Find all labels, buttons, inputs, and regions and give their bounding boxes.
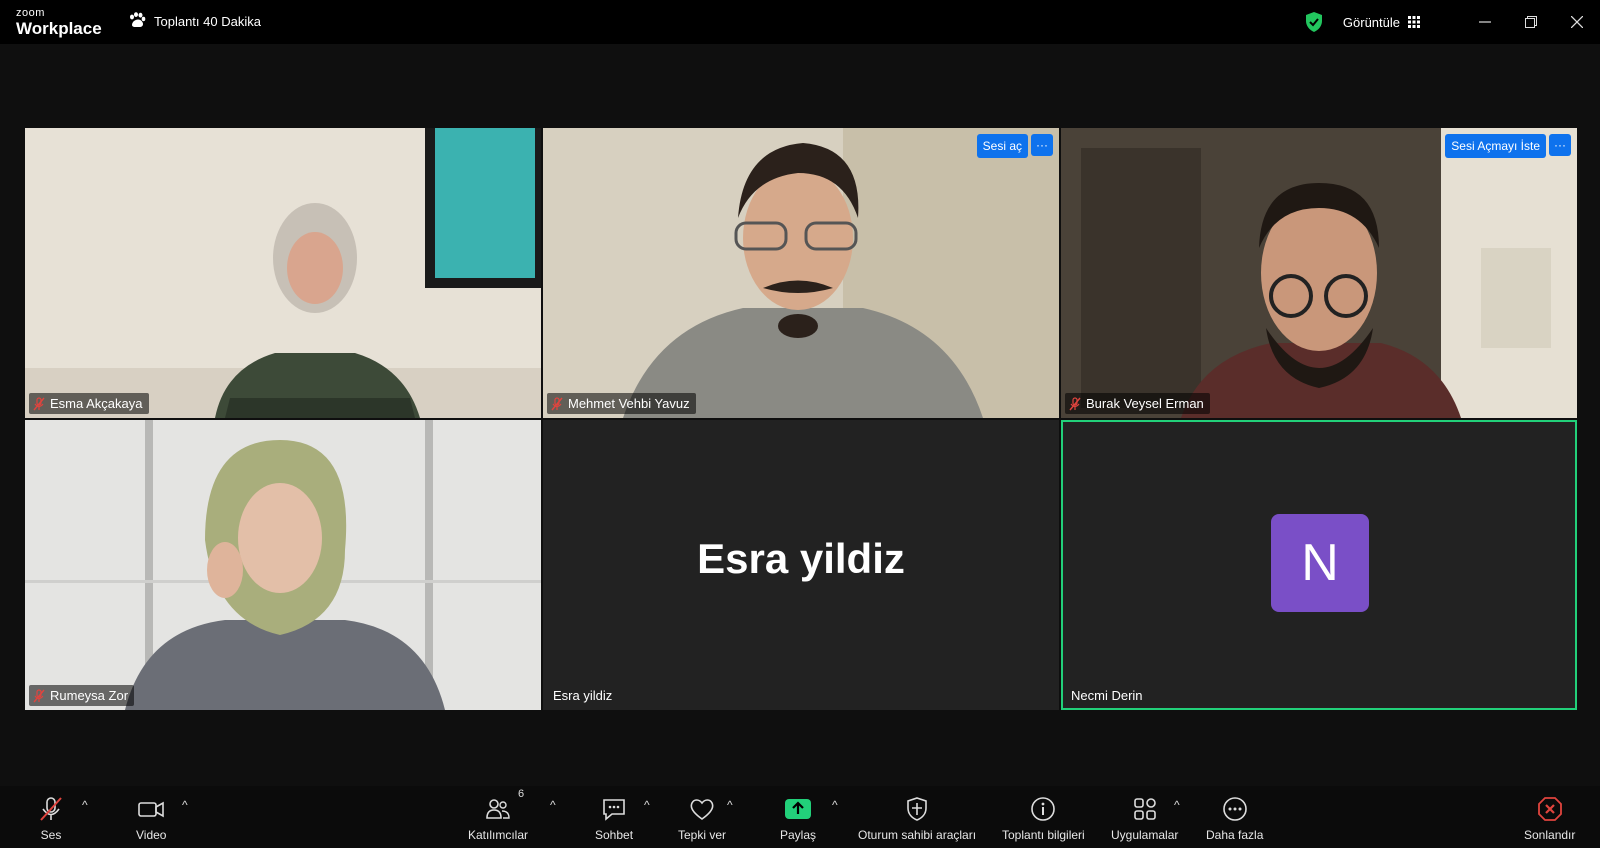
video-gallery: Esma Akçakaya Sesi aç ··· Mehmet Vehbi Y…: [25, 128, 1577, 710]
participant-name: Esra yildiz: [553, 688, 613, 703]
participant-name-tag: Esma Akçakaya: [29, 393, 149, 414]
participants-count: 6: [518, 788, 525, 800]
participant-name: Burak Veysel Erman: [1086, 396, 1204, 411]
apps-icon: [1133, 798, 1156, 820]
video-button[interactable]: Video: [136, 796, 166, 842]
share-screen-icon: [785, 799, 812, 819]
chat-label: Sohbet: [595, 828, 634, 842]
meeting-toolbar: Ses ^ Video ^ Katılımcılar 6 ^ Sohbet ^ …: [0, 786, 1600, 848]
participant-video-feed: [25, 420, 541, 710]
muted-mic-icon: [40, 797, 62, 821]
unmute-button[interactable]: Sesi aç: [976, 134, 1028, 158]
participant-name: Rumeysa Zor: [50, 688, 129, 703]
video-tile-esma[interactable]: Esma Akçakaya: [25, 128, 541, 418]
react-label: Tepki ver: [678, 828, 727, 842]
close-icon: [1571, 16, 1583, 28]
participant-display-name: Esra yildiz: [697, 535, 905, 582]
info-icon: [1031, 797, 1056, 821]
apps-options-caret[interactable]: ^: [1174, 798, 1180, 812]
video-tile-necmi-active-speaker[interactable]: N Necmi Derin: [1061, 420, 1577, 710]
participant-name-tag: Necmi Derin: [1067, 685, 1149, 706]
chat-button[interactable]: Sohbet: [595, 796, 633, 842]
zoom-workplace-logo: zoom Workplace: [16, 7, 102, 38]
end-meeting-icon: [1537, 797, 1562, 821]
tile-more-button[interactable]: ···: [1031, 134, 1053, 156]
share-label: Paylaş: [780, 828, 817, 842]
participant-name: Mehmet Vehbi Yavuz: [568, 396, 690, 411]
title-bar: zoom Workplace Toplantı 40 Dakika Görünt…: [0, 0, 1600, 44]
react-options-caret[interactable]: ^: [727, 798, 733, 812]
logo-large-text: Workplace: [16, 19, 102, 38]
logo-small-text: zoom: [16, 7, 45, 19]
participant-name: Esma Akçakaya: [50, 396, 143, 411]
participant-name-tag: Burak Veysel Erman: [1065, 393, 1210, 414]
close-button[interactable]: [1554, 0, 1600, 44]
participant-video-feed: [543, 128, 1059, 418]
audio-button[interactable]: Ses: [38, 796, 64, 842]
apps-button[interactable]: Uygulamalar: [1111, 796, 1178, 842]
participant-name-tag: Rumeysa Zor: [29, 685, 135, 706]
minimize-button[interactable]: [1462, 0, 1508, 44]
more-label: Daha fazla: [1206, 828, 1264, 842]
muted-mic-icon: [1069, 396, 1081, 410]
participants-icon: [486, 799, 510, 819]
video-tile-esra[interactable]: Esra yildiz Esra yildiz: [543, 420, 1059, 710]
participant-name: Necmi Derin: [1071, 688, 1143, 703]
participant-video-feed: [25, 128, 541, 418]
more-dots-icon: [1222, 797, 1247, 821]
meeting-title[interactable]: Toplantı 40 Dakika: [128, 12, 261, 31]
participant-name-tag: Mehmet Vehbi Yavuz: [547, 393, 696, 414]
view-button[interactable]: Görüntüle: [1343, 15, 1420, 30]
video-camera-icon: [138, 801, 165, 818]
security-shield-icon[interactable]: [1303, 11, 1325, 33]
end-label: Sonlandır: [1524, 828, 1576, 842]
react-button[interactable]: Tepki ver: [678, 796, 726, 842]
meeting-title-text: Toplantı 40 Dakika: [154, 14, 261, 29]
meeting-info-label: Toplantı bilgileri: [1002, 828, 1085, 842]
minimize-icon: [1479, 21, 1491, 23]
paw-icon: [128, 12, 146, 31]
heart-icon: [690, 799, 714, 820]
host-tools-label: Oturum sahibi araçları: [858, 828, 977, 842]
restore-button[interactable]: [1508, 0, 1554, 44]
restore-icon: [1525, 16, 1537, 28]
chat-options-caret[interactable]: ^: [644, 798, 650, 812]
video-label: Video: [136, 828, 167, 842]
participant-avatar: N: [1271, 514, 1369, 612]
grid-icon: [1408, 16, 1420, 28]
host-tools-button[interactable]: Oturum sahibi araçları: [858, 796, 976, 842]
apps-label: Uygulamalar: [1111, 828, 1179, 842]
more-button[interactable]: Daha fazla: [1206, 796, 1263, 842]
view-label: Görüntüle: [1342, 14, 1400, 30]
participant-video-feed: [1061, 128, 1577, 418]
muted-mic-icon: [33, 688, 45, 702]
video-tile-rumeysa[interactable]: Rumeysa Zor: [25, 420, 541, 710]
participant-name-tag: Esra yildiz: [549, 685, 618, 706]
host-shield-icon: [907, 797, 927, 821]
end-meeting-button[interactable]: Sonlandır: [1524, 796, 1575, 842]
video-options-caret[interactable]: ^: [182, 798, 188, 812]
audio-label: Ses: [40, 828, 62, 842]
video-tile-burak[interactable]: Sesi Açmayı İste ··· Burak Veysel Erman: [1061, 128, 1577, 418]
muted-mic-icon: [551, 396, 563, 410]
chat-icon: [603, 799, 625, 821]
participants-button[interactable]: Katılımcılar: [468, 796, 528, 842]
ask-to-unmute-button[interactable]: Sesi Açmayı İste: [1445, 134, 1546, 158]
meeting-info-button[interactable]: Toplantı bilgileri: [1002, 796, 1085, 842]
participants-label: Katılımcılar: [468, 828, 529, 842]
tile-more-button[interactable]: ···: [1549, 134, 1571, 156]
video-tile-mehmet[interactable]: Sesi aç ··· Mehmet Vehbi Yavuz: [543, 128, 1059, 418]
participants-options-caret[interactable]: ^: [550, 798, 556, 812]
muted-mic-icon: [33, 396, 45, 410]
share-button[interactable]: Paylaş: [780, 796, 816, 842]
share-options-caret[interactable]: ^: [832, 798, 838, 812]
audio-options-caret[interactable]: ^: [82, 798, 88, 812]
